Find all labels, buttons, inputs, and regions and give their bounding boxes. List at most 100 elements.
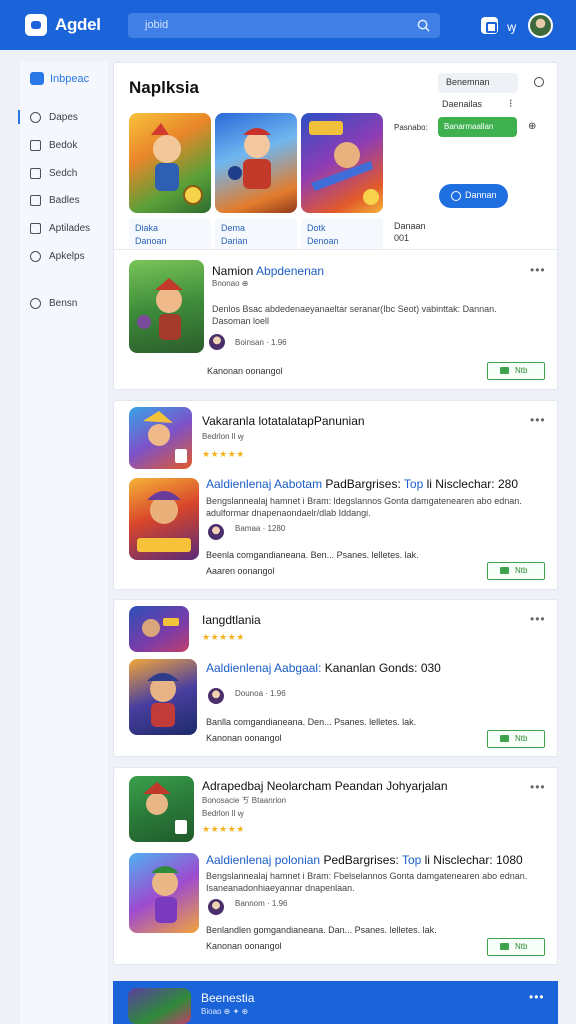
game-art-icon	[137, 491, 191, 552]
sidebar-item-label: Badles	[49, 195, 80, 206]
tile-caption-line: Danaan	[394, 221, 426, 231]
row-title[interactable]: Aaldienlenaj Aabotam PadBargrises: Top l…	[206, 477, 518, 491]
description-line: Bengslannealaj hamnet i Bram: Fbelselann…	[206, 871, 528, 881]
group-game-icon[interactable]	[129, 606, 189, 652]
row-game-icon[interactable]	[129, 478, 199, 560]
game-tile-2[interactable]	[215, 113, 297, 213]
title-part: Top	[401, 853, 422, 867]
game-art-icon	[143, 782, 187, 834]
install-button[interactable]: Ntb	[487, 730, 545, 748]
featured-footer: Kanonan oonangol	[207, 366, 283, 376]
description-line: Bengslannealaj hamnet i Bram: ldegslanno…	[206, 496, 522, 506]
sidebar-item-apkelps[interactable]: Apkelps	[30, 251, 85, 262]
group-game-icon[interactable]	[129, 776, 194, 842]
tile-caption-2: Dema Darian	[215, 218, 297, 250]
developer-avatar[interactable]	[208, 688, 224, 704]
search-input[interactable]: jobid	[145, 19, 168, 31]
tile-caption-line: Dotk	[307, 223, 326, 233]
developer-avatar[interactable]	[208, 524, 224, 540]
rating-stars: ★★★★★	[202, 632, 245, 642]
developer-avatar[interactable]	[209, 334, 225, 350]
featured-game-icon[interactable]	[129, 260, 204, 353]
game-art-icon	[309, 121, 379, 205]
inbox-icon	[30, 72, 44, 85]
tile-caption-1: Diaka Danoan	[129, 218, 211, 250]
top-bar: Agdel jobid ꝡ	[0, 0, 576, 50]
title-part: Namion	[212, 264, 257, 278]
row-meta: Bamaa · 1280	[235, 524, 286, 533]
title-part: Aaldienlenaj Aabotam	[206, 477, 326, 491]
tile-caption-line: Diaka	[135, 223, 159, 233]
row-footer: Aaaren oonangol	[206, 566, 275, 576]
title-part: Kananlan Gonds: 030	[324, 661, 441, 675]
game-art-icon	[137, 278, 183, 340]
game-group-card: Adrapedbaj Neolarcham Peandan Johyarjala…	[113, 767, 558, 965]
row-game-icon[interactable]	[129, 853, 199, 933]
game-tile-1[interactable]	[129, 113, 211, 213]
sidebar-item-aptilades[interactable]: Aptilades	[30, 223, 90, 234]
featured-meta: Boinsan · 1.96	[235, 338, 287, 347]
group-title[interactable]: Vakaranla lotatalatapPanunian	[202, 414, 365, 428]
more-menu-icon[interactable]: •••	[529, 990, 545, 1004]
sort-label[interactable]: Daenailas	[442, 99, 482, 109]
divider	[114, 249, 559, 250]
group-subtitle: Bedrlon ll ꝡ	[202, 809, 244, 818]
user-avatar[interactable]	[528, 13, 553, 38]
search-bar[interactable]: jobid	[128, 13, 440, 38]
more-menu-icon[interactable]: •••	[530, 413, 546, 427]
sidebar-item-dapes[interactable]: Dapes	[30, 112, 78, 123]
row-description: Bengslannealaj hamnet i Bram: ldegslanno…	[206, 495, 546, 519]
search-icon	[30, 298, 41, 309]
app-logo-icon[interactable]	[25, 14, 47, 36]
primary-button[interactable]: Dannan	[439, 184, 508, 208]
search-icon[interactable]	[534, 77, 544, 87]
game-tile-3[interactable]	[301, 113, 383, 213]
search-icon[interactable]	[417, 19, 430, 32]
sidebar-item-label: Sedch	[49, 168, 78, 179]
sidebar-item-bedok[interactable]: Bedok	[30, 140, 77, 151]
sort-menu-icon[interactable]: ⁝	[509, 97, 513, 110]
row-meta: Bannom · 1.96	[235, 899, 288, 908]
row-footer: Kanonan oonangol	[206, 733, 282, 743]
row-title[interactable]: Aaldienlenaj Aabgaal: Kananlan Gonds: 03…	[206, 661, 441, 675]
description-line: Dasoman loell	[212, 316, 270, 326]
install-button[interactable]: Ntb	[487, 362, 545, 380]
sidebar-item-label: Apkelps	[49, 251, 85, 262]
bottom-title[interactable]: Beenestia	[201, 991, 254, 1005]
install-button[interactable]: Ntb	[487, 562, 545, 580]
bottom-game-icon[interactable]	[128, 988, 191, 1024]
row-game-icon[interactable]	[129, 659, 197, 735]
group-subtitle: Bedrlon ll ꝡ	[202, 432, 244, 441]
more-menu-icon[interactable]: •••	[530, 263, 546, 277]
sidebar-item-label: Bensn	[49, 298, 78, 309]
sidebar-item-label: Aptilades	[49, 223, 91, 234]
category-pill[interactable]: Banarmaallan	[438, 117, 517, 137]
row-footer: Kanonan oonangol	[206, 941, 282, 951]
sidebar-item-sedch[interactable]: Sedch	[30, 168, 77, 179]
language-toggle[interactable]: ꝡ	[507, 18, 516, 35]
sidebar-item-badles[interactable]: Badles	[30, 195, 80, 206]
row-description: Bengslannealaj hamnet i Bram: Fbelselann…	[206, 870, 546, 894]
install-button[interactable]: Ntb	[487, 938, 545, 956]
row-title[interactable]: Aaldienlenaj polonian PedBargrises: Top …	[206, 853, 523, 867]
more-menu-icon[interactable]: •••	[530, 612, 546, 626]
sidebar-header[interactable]: Inbpeac	[30, 72, 89, 85]
title-part: PadBargrises:	[325, 477, 404, 491]
add-icon[interactable]: ⊕	[528, 121, 536, 132]
row-footer: Banlla comgandianeana. Den... Psanes. le…	[206, 717, 417, 727]
group-game-icon[interactable]	[129, 407, 192, 469]
row-footer: Beenla comgandianeana. Ben... Psanes. le…	[206, 550, 419, 560]
description-line: Denlos Bsac abdedenaeyanaeltar seranar(I…	[212, 304, 497, 314]
more-menu-icon[interactable]: •••	[530, 780, 546, 794]
sidebar-item-bensn[interactable]: Bensn	[30, 298, 77, 309]
game-group-card: Iangdtlania ★★★★★ ••• Aaldienlenaj Aabga…	[113, 599, 558, 757]
featured-title[interactable]: Namion Abpdenenan	[212, 264, 324, 278]
group-title[interactable]: Iangdtlania	[202, 613, 261, 627]
developer-avatar[interactable]	[208, 899, 224, 915]
group-title[interactable]: Adrapedbaj Neolarcham Peandan Johyarjala…	[202, 779, 448, 793]
sidebar: Inbpeac Dapes Bedok Sedch Badles Aptilad…	[20, 62, 108, 1024]
tile-caption-line: Danoan	[135, 236, 167, 246]
bottom-section: Beenestia Bioao ⊕ ✦ ⊕ •••	[113, 981, 558, 1024]
apps-icon[interactable]	[481, 17, 498, 34]
filter-field[interactable]: Benemnan	[438, 73, 518, 93]
